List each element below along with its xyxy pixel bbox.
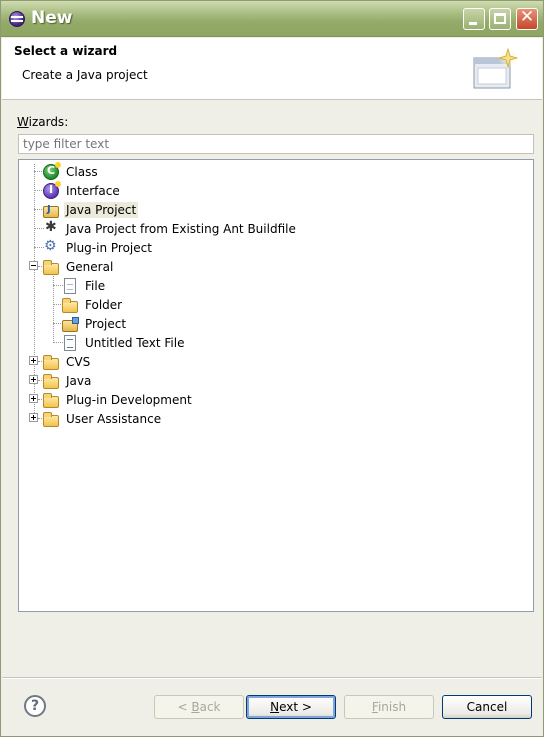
file-icon	[64, 277, 76, 294]
expand-cvs-toggle[interactable]	[29, 356, 38, 365]
finish-button[interactable]: Finish	[344, 695, 434, 719]
maximize-icon	[494, 13, 506, 24]
tree-item-label: File	[85, 278, 106, 293]
tree-item-file[interactable]: File	[62, 276, 107, 295]
expand-java-toggle[interactable]	[29, 375, 38, 384]
new-wizard-banner-icon	[473, 47, 518, 89]
back-button-label: ack	[199, 700, 221, 714]
back-mnemonic: B	[191, 700, 200, 714]
close-button[interactable]: ✕	[516, 7, 538, 30]
tree-item-label: Plug-in Development	[66, 392, 192, 407]
next-mnemonic: N	[270, 700, 280, 714]
tree-item-label: CVS	[66, 354, 91, 369]
tree-item-label: Folder	[85, 297, 123, 312]
cancel-button[interactable]: Cancel	[442, 695, 532, 719]
tree-item-class[interactable]: Class	[43, 161, 100, 181]
tree-item-label: Java	[66, 373, 92, 388]
tree-item-folder[interactable]: Folder	[62, 295, 124, 314]
tree-item-project[interactable]: Project	[62, 314, 128, 333]
expand-plugin-development-toggle[interactable]	[29, 394, 38, 403]
interface-icon	[43, 180, 61, 199]
tree-item-label: Untitled Text File	[85, 335, 185, 350]
folder-icon	[43, 411, 59, 427]
close-icon: ✕	[519, 7, 535, 27]
finish-button-label: inish	[377, 700, 407, 714]
class-icon	[43, 161, 61, 180]
next-button-label: ext >	[279, 700, 312, 714]
help-button[interactable]: ?	[24, 695, 46, 717]
tree-item-label: User Assistance	[66, 411, 162, 426]
project-icon	[62, 316, 79, 332]
wizard-tree[interactable]: Class Interface Java Project Java Projec…	[18, 159, 534, 612]
tree-item-label: Java Project	[64, 201, 139, 218]
tree-item-label: Java Project from Existing Ant Buildfile	[66, 221, 296, 236]
tree-item-untitled-text-file[interactable]: Untitled Text File	[62, 333, 186, 352]
tree-item-label: Interface	[66, 183, 120, 198]
back-button-prefix: <	[177, 700, 192, 714]
wizards-label: Wizards:	[17, 115, 68, 129]
back-button[interactable]: < Back	[154, 695, 244, 719]
tree-item-label: Plug-in Project	[66, 240, 152, 255]
text-file-icon	[64, 334, 76, 351]
next-button[interactable]: Next >	[246, 695, 336, 719]
button-bar-separator	[2, 677, 542, 679]
wizards-label-text: izards:	[28, 115, 69, 129]
new-wizard-dialog: New ✕ Select a wizard Create a Java proj…	[0, 0, 544, 737]
tree-item-plugin-development[interactable]: Plug-in Development	[43, 390, 194, 409]
folder-icon	[43, 354, 59, 370]
maximize-button[interactable]	[489, 8, 511, 30]
wizards-mnemonic: W	[17, 115, 29, 129]
filter-input[interactable]	[18, 134, 534, 154]
minimize-button[interactable]	[463, 8, 485, 30]
folder-icon	[43, 373, 59, 389]
tree-item-label: Class	[66, 164, 98, 179]
tree-item-interface[interactable]: Interface	[43, 180, 122, 200]
page-description: Create a Java project	[22, 68, 148, 82]
plugin-project-icon	[43, 238, 59, 256]
folder-icon	[62, 297, 78, 313]
folder-open-icon	[43, 259, 59, 275]
page-title: Select a wizard	[14, 44, 118, 58]
window-title: New	[31, 8, 73, 28]
tree-item-general[interactable]: General	[43, 257, 115, 276]
title-bar[interactable]: New ✕	[1, 1, 543, 37]
ant-icon	[43, 219, 59, 237]
java-project-icon	[43, 204, 59, 218]
tree-item-java-project-from-ant[interactable]: Java Project from Existing Ant Buildfile	[43, 219, 298, 238]
tree-item-label: General	[66, 259, 114, 274]
tree-item-java-project[interactable]: Java Project	[43, 200, 139, 219]
collapse-general-toggle[interactable]	[29, 261, 38, 270]
expand-user-assistance-toggle[interactable]	[29, 413, 38, 422]
tree-item-user-assistance[interactable]: User Assistance	[43, 409, 163, 428]
eclipse-icon	[9, 11, 25, 27]
wizard-header: Select a wizard Create a Java project	[2, 38, 542, 100]
minimize-icon	[469, 22, 477, 25]
folder-icon	[43, 392, 59, 408]
tree-item-java[interactable]: Java	[43, 371, 93, 390]
tree-item-cvs[interactable]: CVS	[43, 352, 92, 371]
tree-item-label: Project	[85, 316, 127, 331]
tree-item-plugin-project[interactable]: Plug-in Project	[43, 238, 154, 257]
